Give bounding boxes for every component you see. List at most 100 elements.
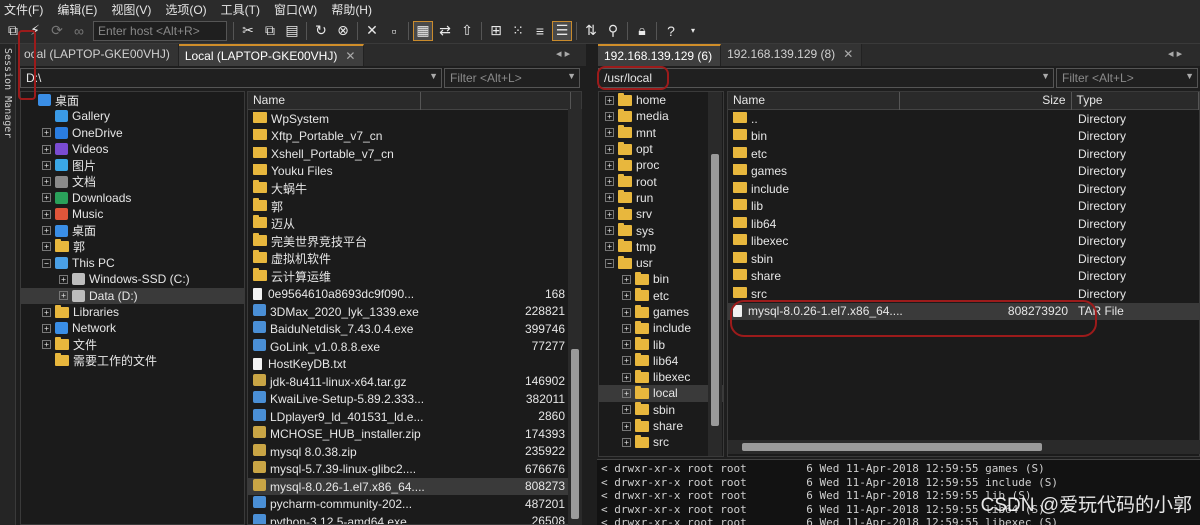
sync-browse-icon[interactable]: ⇄ [435, 21, 455, 41]
scroll-thumb[interactable] [742, 443, 1042, 451]
help-icon[interactable]: ? [661, 21, 681, 41]
left-folder-tree[interactable]: 桌面 Gallery + OneDrive + Videos + 图片 + 文档 + Download… [20, 91, 245, 525]
expand-icon[interactable]: + [42, 160, 51, 170]
tree-item[interactable]: + Music [21, 206, 244, 222]
menu-item[interactable]: 选项(O) [165, 1, 206, 18]
tree-item[interactable]: + libexec [599, 369, 723, 385]
expand-icon[interactable]: + [622, 388, 631, 398]
tree-item[interactable]: − This PC [21, 255, 244, 271]
file-row[interactable]: 虚拟机软件 [248, 250, 581, 268]
file-row[interactable]: Xftp_Portable_v7_cn [248, 128, 581, 146]
expand-icon[interactable]: + [42, 226, 51, 236]
column-type[interactable]: Type [1072, 92, 1199, 110]
right-tree-scrollbar[interactable] [708, 92, 722, 456]
up-folder-icon[interactable]: ⇧ [457, 21, 477, 41]
expand-icon[interactable]: + [605, 242, 614, 252]
tree-item[interactable]: Gallery [21, 108, 244, 124]
expand-icon[interactable]: + [622, 437, 631, 447]
file-row[interactable]: 大蜗牛 [248, 180, 581, 198]
file-row[interactable]: pycharm-community-202... 487201 [248, 495, 581, 513]
expand-icon[interactable]: + [605, 95, 614, 105]
scroll-thumb[interactable] [571, 349, 579, 519]
expand-icon[interactable]: + [605, 226, 614, 236]
expand-icon[interactable]: + [605, 111, 614, 121]
delete-icon[interactable]: ✕ [362, 21, 382, 41]
file-row[interactable]: HostKeyDB.txt [248, 355, 581, 373]
filter-icon[interactable]: ⚲ [603, 21, 623, 41]
tree-item[interactable]: + include [599, 320, 723, 336]
column-size[interactable]: Size [900, 92, 1072, 110]
column-name[interactable]: Name [728, 92, 901, 110]
small-icons-icon[interactable]: ⁙ [508, 21, 528, 41]
tree-item[interactable]: + etc [599, 288, 723, 304]
cut-icon[interactable]: ✂ [238, 21, 258, 41]
tree-item[interactable]: + mnt [599, 125, 723, 141]
tree-item[interactable]: + lib [599, 336, 723, 352]
tree-item[interactable]: + 桌面 [21, 222, 244, 238]
expand-icon[interactable]: + [622, 356, 631, 366]
tree-item[interactable]: 需要工作的文件 [21, 353, 244, 369]
column-size[interactable] [421, 92, 571, 110]
tree-item[interactable]: + opt [599, 141, 723, 157]
menu-item[interactable]: 工具(T) [221, 1, 260, 18]
file-row[interactable]: LDplayer9_ld_401531_ld.e... 2860 [248, 408, 581, 426]
reconnect-icon[interactable]: ⟳ [47, 21, 67, 41]
file-row[interactable]: sbin Directory [728, 250, 1199, 268]
tree-item[interactable]: + sbin [599, 402, 723, 418]
file-row[interactable]: WpSystem [248, 110, 581, 128]
file-row[interactable]: jdk-8u411-linux-x64.tar.gz 146902 [248, 373, 581, 391]
menu-item[interactable]: 视图(V) [111, 1, 151, 18]
tree-item[interactable]: + run [599, 190, 723, 206]
sort-icon[interactable]: ⇅ [581, 21, 601, 41]
right-file-list[interactable]: Name Size Type .. Directory bin Directory et… [727, 91, 1200, 457]
close-icon[interactable]: ✕ [843, 47, 853, 61]
file-row[interactable]: KwaiLive-Setup-5.89.2.333... 382011 [248, 390, 581, 408]
expand-icon[interactable]: + [42, 144, 51, 154]
tree-view-icon[interactable]: ▦ [413, 20, 433, 41]
expand-icon[interactable]: + [622, 323, 631, 333]
expand-icon[interactable]: + [622, 421, 631, 431]
tab-scroll-icon[interactable]: ◂ ▸ [556, 47, 570, 60]
expand-icon[interactable]: + [622, 291, 631, 301]
file-row[interactable]: games Directory [728, 163, 1199, 181]
expand-icon[interactable]: + [622, 274, 631, 284]
file-row[interactable]: mysql-5.7.39-linux-glibc2.... 676676 [248, 460, 581, 478]
expand-icon[interactable]: + [42, 193, 51, 203]
menu-item[interactable]: 文件(F) [4, 1, 43, 18]
tree-item[interactable]: + proc [599, 157, 723, 173]
left-file-list[interactable]: Name WpSystem Xftp_Portable_v7_cn Xshell_P… [247, 91, 582, 525]
file-row[interactable]: lib Directory [728, 198, 1199, 216]
collapse-icon[interactable]: − [42, 258, 51, 268]
tree-item[interactable]: 桌面 [21, 92, 244, 108]
expand-icon[interactable]: + [605, 177, 614, 187]
tree-item[interactable]: + sys [599, 222, 723, 238]
file-row[interactable]: python-3.12.5-amd64.exe 26508 [248, 513, 581, 524]
expand-icon[interactable]: + [42, 209, 51, 219]
expand-icon[interactable]: + [622, 405, 631, 415]
scroll-thumb[interactable] [711, 154, 719, 426]
tab-remote-6[interactable]: 192.168.139.129 (6) [598, 44, 722, 66]
expand-icon[interactable]: + [59, 291, 68, 301]
refresh-icon[interactable]: ↻ [311, 21, 331, 41]
file-row[interactable]: BaiduNetdisk_7.43.0.4.exe 399746 [248, 320, 581, 338]
file-row[interactable]: 完美世界竞技平台 [248, 232, 581, 251]
file-row[interactable]: Youku Files [248, 163, 581, 181]
file-row[interactable]: 3DMax_2020_lyk_1339.exe 228821 [248, 303, 581, 321]
expand-icon[interactable]: + [605, 128, 614, 138]
expand-icon[interactable]: + [622, 307, 631, 317]
file-row[interactable]: include Directory [728, 180, 1199, 198]
large-icons-icon[interactable]: ⊞ [486, 21, 506, 41]
file-row[interactable]: 0e9564610a8693dc9f090... 168 [248, 285, 581, 303]
file-row[interactable]: GoLink_v1.0.8.8.exe 77277 [248, 338, 581, 356]
file-row[interactable]: 迈从 [248, 215, 581, 233]
tree-item[interactable]: + srv [599, 206, 723, 222]
lock-icon[interactable]: 🔒︎ [632, 21, 652, 41]
tree-item[interactable]: + 文档 [21, 173, 244, 189]
chevron-down-icon[interactable]: ▼ [567, 71, 576, 81]
paste-icon[interactable]: ▤ [282, 21, 302, 41]
link-icon[interactable]: ∞ [69, 21, 89, 41]
expand-icon[interactable]: + [622, 340, 631, 350]
tree-item[interactable]: + local [599, 385, 723, 402]
expand-icon[interactable]: + [42, 242, 51, 252]
file-row[interactable]: 云计算运维 [248, 267, 581, 286]
